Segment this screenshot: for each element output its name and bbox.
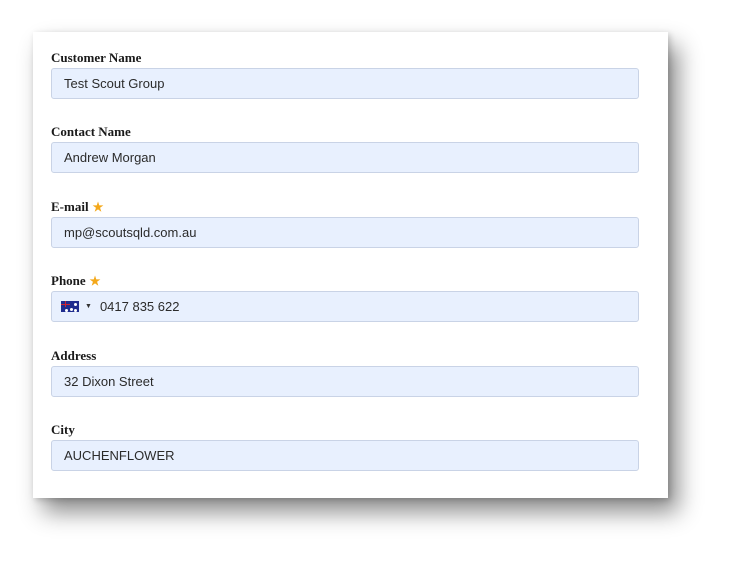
australia-flag-icon[interactable] [61, 301, 79, 312]
contact-name-value: Andrew Morgan [64, 150, 156, 165]
phone-label: Phone ★ [51, 273, 101, 288]
email-field: E-mail ★ mp@scoutsqld.com.au [51, 199, 641, 248]
address-label: Address [51, 348, 97, 363]
email-input[interactable]: mp@scoutsqld.com.au [51, 217, 639, 248]
star-icon: ★ [92, 200, 104, 214]
contact-name-label: Contact Name [51, 124, 131, 139]
email-value: mp@scoutsqld.com.au [64, 225, 197, 240]
city-field: City AUCHENFLOWER [51, 422, 641, 471]
address-field: Address 32 Dixon Street [51, 348, 641, 397]
city-label: City [51, 422, 75, 437]
address-value: 32 Dixon Street [64, 374, 154, 389]
city-input[interactable]: AUCHENFLOWER [51, 440, 639, 471]
contact-name-input[interactable]: Andrew Morgan [51, 142, 639, 173]
customer-name-value: Test Scout Group [64, 76, 165, 91]
address-input[interactable]: 32 Dixon Street [51, 366, 639, 397]
customer-name-input[interactable]: Test Scout Group [51, 68, 639, 99]
caret-down-icon[interactable]: ▼ [85, 303, 92, 310]
contact-name-field: Contact Name Andrew Morgan [51, 124, 641, 173]
customer-name-label: Customer Name [51, 50, 142, 65]
email-label: E-mail ★ [51, 199, 104, 214]
phone-value: 0417 835 622 [99, 299, 180, 314]
phone-input[interactable]: ▼ 0417 835 622 [51, 291, 639, 322]
customer-details-form: Customer Name Test Scout Group Contact N… [33, 32, 668, 498]
star-icon: ★ [89, 274, 101, 288]
customer-name-field: Customer Name Test Scout Group [51, 50, 641, 99]
city-value: AUCHENFLOWER [64, 448, 175, 463]
phone-field: Phone ★ ▼ 0417 835 622 [51, 273, 641, 322]
